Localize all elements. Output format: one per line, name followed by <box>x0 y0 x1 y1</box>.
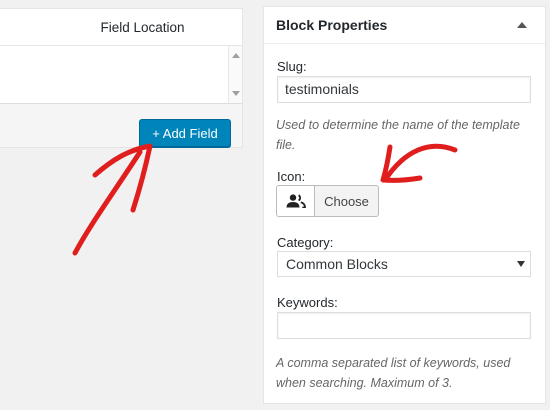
slug-description: Used to determine the name of the templa… <box>276 118 520 152</box>
keywords-input[interactable] <box>277 312 531 339</box>
category-label: Category: <box>277 235 334 250</box>
icon-choose-button[interactable]: Choose <box>314 185 379 217</box>
groups-icon[interactable] <box>276 185 314 217</box>
field-location-panel: Field Location + Add Field <box>0 8 243 148</box>
category-select[interactable]: Common Blocks <box>277 251 531 277</box>
scroll-down-icon[interactable] <box>232 91 240 96</box>
keywords-description: A comma separated list of keywords, used… <box>276 356 511 390</box>
icon-picker: Choose <box>276 185 379 217</box>
slug-label: Slug: <box>277 59 307 74</box>
category-selected-value: Common Blocks <box>286 256 388 272</box>
icon-label: Icon: <box>277 169 306 184</box>
arrow-to-add-field <box>72 143 153 256</box>
collapse-arrow-icon[interactable] <box>517 22 527 28</box>
block-properties-header: Block Properties <box>264 7 545 44</box>
block-properties-panel: Block Properties Slug: testimonials Used… <box>263 6 546 404</box>
block-properties-title: Block Properties <box>276 17 388 33</box>
field-list[interactable] <box>0 46 242 104</box>
scroll-up-icon[interactable] <box>232 53 240 58</box>
keywords-label: Keywords: <box>277 295 338 310</box>
field-location-header: Field Location <box>0 9 242 46</box>
field-list-footer: + Add Field <box>0 104 242 147</box>
field-list-scrollbar[interactable] <box>228 46 242 103</box>
add-field-button[interactable]: + Add Field <box>139 119 231 147</box>
slug-input[interactable]: testimonials <box>277 76 531 103</box>
dropdown-arrow-icon <box>517 261 525 267</box>
